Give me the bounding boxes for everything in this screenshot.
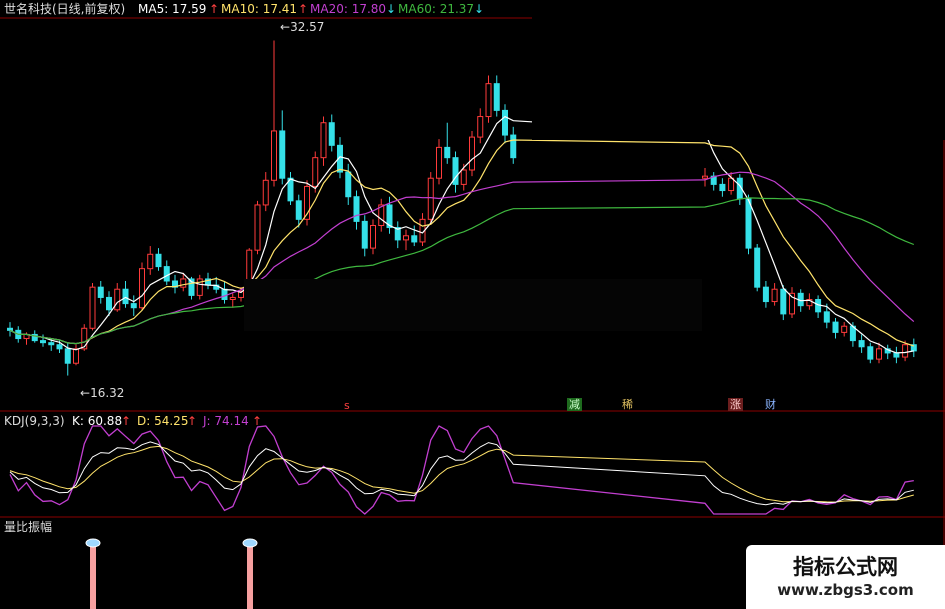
right-candle <box>893 352 900 358</box>
mask-middle <box>244 279 702 331</box>
right-candle <box>858 340 865 348</box>
event-tag-jian[interactable]: 减 <box>567 398 582 411</box>
volume-spike-marker <box>85 538 101 548</box>
right-candle <box>728 177 735 192</box>
event-tag-s[interactable]: s <box>342 399 352 412</box>
volume-ratio-bar <box>90 545 96 609</box>
left-candle <box>444 146 451 159</box>
watermark-url: www.zbgs3.com <box>777 581 914 599</box>
event-tag-cai[interactable]: 财 <box>763 398 778 411</box>
mask-top-right <box>532 0 945 140</box>
volume-ratio-bars <box>85 538 258 609</box>
left-candle <box>493 83 500 111</box>
high-price-label: ←32.57 <box>280 20 325 34</box>
left-candle <box>271 130 277 181</box>
left-candle <box>279 130 286 179</box>
left-candle <box>485 83 492 118</box>
left-candle <box>345 171 352 198</box>
watermark: 指标公式网 www.zbgs3.com <box>746 545 945 609</box>
left-candle <box>262 179 269 206</box>
left-candle <box>122 288 129 305</box>
right-candle <box>832 321 839 333</box>
kdj-d-line <box>9 445 914 503</box>
left-candle <box>427 177 434 220</box>
ma20-label: MA20: 17.80 <box>310 2 387 16</box>
left-candle <box>64 348 71 364</box>
up-arrow-icon: ↑ <box>121 414 132 428</box>
left-candle <box>312 157 319 187</box>
left-candle <box>89 286 96 329</box>
right-candle <box>771 288 778 303</box>
kdj-d-label: D: 54.25 <box>137 414 189 428</box>
kdj-k-label: K: 60.88 <box>72 414 123 428</box>
right-candle <box>867 346 874 360</box>
left-candle <box>254 204 261 251</box>
right-candle <box>745 198 752 249</box>
left-candle <box>353 196 360 222</box>
left-candle <box>510 134 517 159</box>
up-arrow-icon: ↑ <box>209 2 220 16</box>
up-arrow-icon: ↑ <box>252 414 263 428</box>
left-candle <box>73 348 79 364</box>
left-candle <box>48 342 55 346</box>
left-candle <box>221 288 228 301</box>
left-candle <box>502 109 508 136</box>
ma5-label: MA5: 17.59 <box>138 2 207 16</box>
kdj-title: KDJ(9,3,3) <box>4 414 65 428</box>
left-candle <box>460 169 467 185</box>
left-candle <box>130 303 137 309</box>
ma60-label: MA60: 21.37 <box>398 2 475 16</box>
kdj-j-label: J: 74.14 <box>203 414 249 428</box>
left-candle <box>97 286 104 298</box>
left-candle <box>411 235 418 243</box>
left-candle <box>361 220 368 249</box>
right-candle <box>841 325 848 333</box>
up-arrow-icon: ↑ <box>298 2 309 16</box>
left-candle <box>56 344 63 350</box>
ma10-label: MA10: 17.41 <box>221 2 298 16</box>
left-candle <box>163 266 170 282</box>
left-candle <box>81 327 88 350</box>
up-arrow-icon: ↑ <box>187 414 198 428</box>
down-arrow-icon: ↓ <box>386 2 397 16</box>
left-candle <box>114 288 121 311</box>
left-candle <box>180 278 187 288</box>
left-candle <box>147 253 154 270</box>
right-candle <box>876 348 882 360</box>
left-candle <box>477 116 484 138</box>
right-candle <box>754 247 761 288</box>
event-tag-shou[interactable]: 稀 <box>620 398 635 411</box>
left-candle <box>403 235 409 241</box>
left-candle <box>295 200 302 220</box>
left-candle <box>40 340 46 344</box>
volume-ratio-bar <box>247 545 253 609</box>
left-candle <box>469 136 475 171</box>
watermark-title: 指标公式网 <box>793 555 898 579</box>
down-arrow-icon: ↓ <box>474 2 485 16</box>
left-candle <box>328 122 335 146</box>
right-candle <box>762 286 769 303</box>
kdj-lines <box>9 425 914 515</box>
event-tag-zhang[interactable]: 涨 <box>728 398 743 411</box>
left-candle <box>139 268 145 309</box>
left-candle <box>436 146 442 179</box>
right-candle <box>719 183 726 192</box>
left-candle <box>229 296 236 301</box>
left-candle <box>155 253 162 268</box>
right-candle <box>823 311 830 323</box>
right-candle <box>702 175 708 179</box>
stock-title: 世名科技(日线,前复权) <box>4 2 126 16</box>
left-candle <box>370 225 376 249</box>
volume-panel-title: 量比振幅 <box>4 520 53 534</box>
left-candle <box>320 122 327 159</box>
low-price-label: ←16.32 <box>80 386 125 400</box>
left-candle <box>7 327 13 331</box>
left-candle <box>106 296 112 311</box>
right-candle <box>780 288 787 315</box>
volume-spike-marker <box>242 538 258 548</box>
right-candle <box>902 344 909 358</box>
